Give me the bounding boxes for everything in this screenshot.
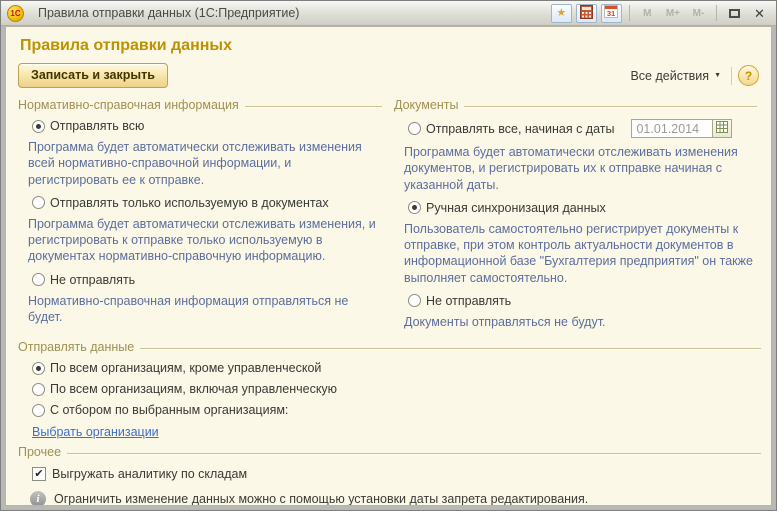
select-organizations-link[interactable]: Выбрать организации xyxy=(32,425,159,439)
calculator-icon xyxy=(580,5,593,22)
section-documents: Документы Отправлять все, начиная с даты xyxy=(394,96,761,338)
calculator-button[interactable] xyxy=(576,4,597,23)
radio-label[interactable]: С отбором по выбранным организациям: xyxy=(50,403,288,417)
option-description: Программа будет автоматически отслеживат… xyxy=(18,139,382,188)
documents-option-manual-sync[interactable]: Ручная синхронизация данных xyxy=(394,201,757,215)
radio-label[interactable]: Отправлять все, начиная с даты xyxy=(426,122,614,136)
command-bar-separator xyxy=(731,67,732,85)
page-title: Правила отправки данных xyxy=(20,37,761,55)
radio-label[interactable]: По всем организациям, кроме управленческ… xyxy=(50,361,321,375)
date-field-group xyxy=(631,119,732,138)
group-line xyxy=(245,106,382,108)
option-description: Документы отправляться не будут. xyxy=(394,314,757,330)
memory-m-minus-button[interactable]: М- xyxy=(688,4,709,23)
calendar-icon: 31 xyxy=(604,4,618,22)
chevron-down-icon: ▼ xyxy=(714,72,721,79)
radio-icon[interactable] xyxy=(32,404,45,417)
favorites-button[interactable]: ★ xyxy=(551,4,572,23)
radio-label[interactable]: Отправлять всю xyxy=(50,119,144,133)
group-line xyxy=(67,453,761,455)
nsi-option-dont-send[interactable]: Не отправлять xyxy=(18,273,382,287)
close-button[interactable]: ✕ xyxy=(749,4,770,23)
section-nsi: Нормативно-справочная информация Отправл… xyxy=(18,96,382,338)
form-content: Правила отправки данных Записать и закры… xyxy=(5,26,772,506)
all-actions-label: Все действия xyxy=(630,69,709,83)
check-icon: ✔ xyxy=(34,469,43,480)
nsi-group-header: Нормативно-справочная информация xyxy=(18,98,382,112)
option-description: Программа будет автоматически отслеживат… xyxy=(18,216,382,265)
export-warehouse-analytics-checkbox[interactable]: ✔ Выгружать аналитику по складам xyxy=(18,467,761,481)
all-actions-button[interactable]: Все действия ▼ xyxy=(626,67,725,85)
radio-icon[interactable] xyxy=(408,201,421,214)
section-other: Прочее ✔ Выгружать аналитику по складам … xyxy=(18,445,761,506)
calendar-grid-icon xyxy=(716,121,728,136)
documents-option-dont-send[interactable]: Не отправлять xyxy=(394,294,757,308)
titlebar-separator xyxy=(629,5,630,21)
info-icon: i xyxy=(30,491,46,506)
close-icon: ✕ xyxy=(754,7,765,20)
send-data-option-all-incl-mgmt[interactable]: По всем организациям, включая управленче… xyxy=(18,382,761,396)
send-data-option-all-except-mgmt[interactable]: По всем организациям, кроме управленческ… xyxy=(18,361,761,375)
radio-icon[interactable] xyxy=(32,383,45,396)
radio-label[interactable]: Не отправлять xyxy=(50,273,135,287)
info-row: i Ограничить изменение данных можно с по… xyxy=(18,491,761,506)
send-data-option-selected-orgs[interactable]: С отбором по выбранным организациям: xyxy=(18,403,761,417)
star-icon: ★ xyxy=(556,8,566,19)
radio-label[interactable]: По всем организациям, включая управленче… xyxy=(50,382,337,396)
radio-icon[interactable] xyxy=(408,294,421,307)
window-title: Правила отправки данных (1С:Предприятие) xyxy=(38,6,547,20)
documents-group-title: Документы xyxy=(394,98,458,112)
nsi-option-send-used[interactable]: Отправлять только используемую в докумен… xyxy=(18,196,382,210)
option-description: Пользователь самостоятельно регистрирует… xyxy=(394,221,757,286)
section-send-data: Отправлять данные По всем организациям, … xyxy=(18,340,761,439)
radio-icon[interactable] xyxy=(408,122,421,135)
documents-group-header: Документы xyxy=(394,98,757,112)
radio-label[interactable]: Не отправлять xyxy=(426,294,511,308)
memory-m-plus-button[interactable]: М+ xyxy=(662,4,684,23)
memory-m-button[interactable]: М xyxy=(637,4,658,23)
maximize-button[interactable] xyxy=(724,4,745,23)
nsi-option-send-all[interactable]: Отправлять всю xyxy=(18,119,382,133)
group-line xyxy=(464,106,757,108)
top-columns: Нормативно-справочная информация Отправл… xyxy=(18,96,761,338)
group-line xyxy=(140,348,761,350)
radio-label[interactable]: Ручная синхронизация данных xyxy=(426,201,606,215)
radio-icon[interactable] xyxy=(32,196,45,209)
other-group-title: Прочее xyxy=(18,445,61,459)
send-data-group-header: Отправлять данные xyxy=(18,340,761,354)
send-data-group-title: Отправлять данные xyxy=(18,340,134,354)
radio-label[interactable]: Отправлять только используемую в докумен… xyxy=(50,196,329,210)
save-close-button[interactable]: Записать и закрыть xyxy=(18,63,168,88)
documents-option-send-from-date[interactable]: Отправлять все, начиная с даты xyxy=(394,119,757,138)
info-text: Ограничить изменение данных можно с помо… xyxy=(54,492,588,506)
checkbox-icon[interactable]: ✔ xyxy=(32,467,46,481)
calendar-button[interactable]: 31 xyxy=(601,4,622,23)
question-icon: ? xyxy=(745,69,752,83)
date-picker-button[interactable] xyxy=(713,119,732,138)
option-description: Нормативно-справочная информация отправл… xyxy=(18,293,382,326)
radio-icon[interactable] xyxy=(32,273,45,286)
svg-text:31: 31 xyxy=(607,9,615,18)
1c-app-icon: 1С xyxy=(7,5,24,22)
maximize-icon xyxy=(729,9,740,18)
nsi-group-title: Нормативно-справочная информация xyxy=(18,98,239,112)
radio-icon[interactable] xyxy=(32,362,45,375)
app-window: 1С Правила отправки данных (1С:Предприят… xyxy=(0,0,777,511)
option-description: Программа будет автоматически отслеживат… xyxy=(394,144,757,193)
start-date-input[interactable] xyxy=(631,119,713,138)
other-group-header: Прочее xyxy=(18,445,761,459)
titlebar-separator xyxy=(716,5,717,21)
help-button[interactable]: ? xyxy=(738,65,759,86)
command-bar: Записать и закрыть Все действия ▼ ? xyxy=(18,63,759,88)
titlebar: 1С Правила отправки данных (1С:Предприят… xyxy=(1,1,776,26)
radio-icon[interactable] xyxy=(32,120,45,133)
checkbox-label[interactable]: Выгружать аналитику по складам xyxy=(52,467,247,481)
